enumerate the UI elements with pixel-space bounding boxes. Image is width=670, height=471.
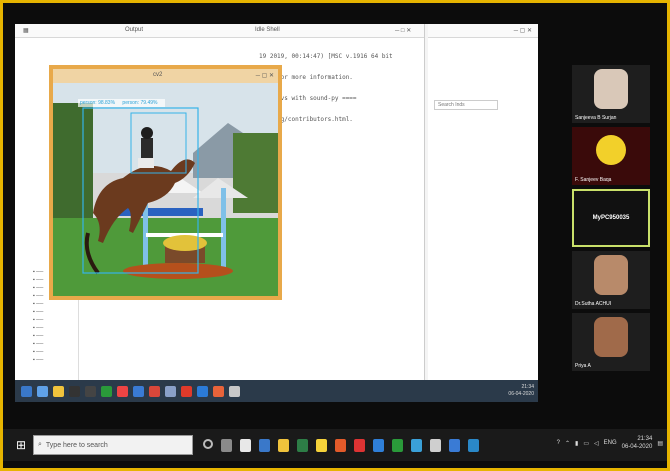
- app-icon[interactable]: [69, 385, 80, 397]
- active-participant-name: MyPC950035: [592, 215, 630, 221]
- emoji-avatar: [596, 135, 626, 165]
- shell-window-title: Idle Shell: [255, 27, 280, 33]
- taskbar-apps: [203, 438, 479, 452]
- opera-icon[interactable]: [181, 385, 192, 397]
- shared-time: 21:34: [521, 384, 534, 390]
- excel-icon[interactable]: [392, 438, 403, 452]
- shared-screen: ▦ Output Idle Shell ─ □ ✕ 19 2019, 00:14…: [15, 24, 538, 402]
- cortana-icon[interactable]: [203, 438, 213, 449]
- shell-line: www.org/contributors.html.: [259, 116, 353, 123]
- chrome-icon[interactable]: [354, 438, 365, 452]
- windows-taskbar: ⊞ ⌕ Type here to search ? ⌃ ▮ ▭ ◁ ENG 21…: [3, 429, 667, 461]
- network-icon[interactable]: ▮: [575, 440, 578, 447]
- right-side-panel: ─ ▢ ✕ Search Inds: [428, 24, 538, 380]
- shell-titlebar[interactable]: ▦ Output Idle Shell ─ □ ✕: [15, 24, 424, 38]
- language-indicator[interactable]: ENG: [604, 440, 617, 446]
- right-panel-titlebar[interactable]: ─ ▢ ✕: [428, 24, 538, 38]
- app-icon[interactable]: [411, 438, 422, 452]
- window-controls[interactable]: ─ □ ✕: [395, 27, 411, 34]
- image-output-window[interactable]: cv2 ─ ▢ ✕ person: 98.83% person: 79.49%: [49, 65, 282, 300]
- participant-tile-active[interactable]: MyPC950035: [572, 189, 650, 247]
- participant-tile[interactable]: F. Sanjeev Baqa: [572, 127, 650, 185]
- chevron-up-icon[interactable]: ⌃: [565, 440, 570, 447]
- output-window-title: Output: [125, 27, 144, 33]
- battery-icon[interactable]: ▭: [583, 440, 589, 447]
- volume-icon[interactable]: ◁: [594, 440, 599, 447]
- app-icon[interactable]: [259, 438, 270, 452]
- app-icon[interactable]: [240, 438, 251, 452]
- notification-icon[interactable]: ▤: [657, 440, 663, 447]
- detection-image: person: 98.83% person: 79.49%: [53, 83, 278, 296]
- participant-name: F. Sanjeev Baqa: [575, 177, 612, 183]
- participant-avatar: [594, 317, 628, 357]
- detection-labels: person: 98.83% person: 79.49%: [78, 99, 166, 107]
- participant-name: Sanjeeva B Surjan: [575, 115, 617, 121]
- file-tree-item[interactable]: ▪ ──: [33, 340, 78, 348]
- panel-search-input[interactable]: Search Inds: [434, 100, 498, 110]
- search-placeholder: Type here to search: [45, 441, 108, 449]
- app-icon[interactable]: [85, 385, 96, 397]
- image-window-titlebar[interactable]: cv2 ─ ▢ ✕: [53, 69, 278, 83]
- shared-clock: 21:34 06-04-2020: [508, 384, 534, 398]
- shell-output: 19 2019, 00:14:47) [MSC v.1916 64 bit s(…: [259, 46, 419, 130]
- app-icon[interactable]: [213, 385, 224, 397]
- folder-icon[interactable]: [278, 438, 289, 452]
- file-tree-item[interactable]: ▪ ──: [33, 356, 78, 364]
- help-icon[interactable]: ?: [557, 440, 560, 446]
- app-icon[interactable]: [316, 438, 327, 452]
- horse-jump-photo: [53, 83, 278, 296]
- file-tree-item[interactable]: ▪ ──: [33, 348, 78, 356]
- pdf-icon[interactable]: [149, 385, 160, 397]
- app-icon[interactable]: [430, 438, 441, 452]
- app-icon[interactable]: [197, 385, 208, 397]
- app-icon[interactable]: [133, 385, 144, 397]
- excel-icon[interactable]: [101, 385, 112, 397]
- taskbar-clock[interactable]: 21:34 06-04-2020: [622, 435, 653, 451]
- participant-tile[interactable]: Priya A: [572, 313, 650, 371]
- taskbar-search-box[interactable]: ⌕ Type here to search: [33, 435, 193, 455]
- shell-line: onsecsvs with sound-py ====: [259, 95, 357, 102]
- file-tree-item[interactable]: ▪ ──: [33, 308, 78, 316]
- browser-icon[interactable]: [37, 385, 48, 397]
- shared-date: 06-04-2020: [508, 391, 534, 397]
- window-icon: ▦: [23, 28, 29, 34]
- search-icon: ⌕: [38, 441, 42, 448]
- app-icon[interactable]: [165, 385, 176, 397]
- participant-tile[interactable]: Dr.Sutha ACHUI: [572, 251, 650, 309]
- participant-avatar: [594, 255, 628, 295]
- image-window-title: cv2: [153, 72, 163, 78]
- detection-label: person: 98.83%: [80, 100, 116, 106]
- participant-tile[interactable]: Sanjeeva B Surjan: [572, 65, 650, 123]
- clock-time: 21:34: [637, 436, 653, 442]
- window-controls[interactable]: ─ ▢ ✕: [256, 72, 274, 79]
- app-icon[interactable]: [468, 438, 479, 452]
- app-icon[interactable]: [229, 385, 240, 397]
- shell-line: s()" for more information.: [259, 74, 353, 81]
- clock-date: 06-04-2020: [621, 444, 653, 450]
- chrome-icon[interactable]: [117, 385, 128, 397]
- participant-name: Priya A: [575, 363, 591, 369]
- app-icon[interactable]: [297, 438, 308, 452]
- start-icon[interactable]: [21, 385, 32, 397]
- participant-panel: Sanjeeva B Surjan F. Sanjeev Baqa MyPC95…: [572, 65, 652, 375]
- task-view-icon[interactable]: [221, 438, 232, 452]
- file-tree-item[interactable]: ▪ ──: [33, 332, 78, 340]
- screen-share-frame: ▦ Output Idle Shell ─ □ ✕ 19 2019, 00:14…: [0, 0, 670, 471]
- app-icon[interactable]: [335, 438, 346, 452]
- system-tray: ? ⌃ ▮ ▭ ◁ ENG 21:34 06-04-2020 ▤: [557, 435, 663, 451]
- app-icon[interactable]: [449, 438, 460, 452]
- participant-name: Dr.Sutha ACHUI: [575, 301, 612, 307]
- folder-icon[interactable]: [53, 385, 64, 397]
- zoom-icon[interactable]: [373, 438, 384, 452]
- shell-line: 19 2019, 00:14:47) [MSC v.1916 64 bit: [259, 53, 393, 60]
- shared-taskbar: 21:34 06-04-2020: [15, 380, 538, 402]
- detection-label: person: 79.49%: [122, 100, 158, 106]
- file-tree-item[interactable]: ▪ ──: [33, 300, 78, 308]
- file-tree-item[interactable]: ▪ ──: [33, 316, 78, 324]
- file-tree-item[interactable]: ▪ ──: [33, 324, 78, 332]
- participant-avatar: [594, 69, 628, 109]
- windows-start-icon[interactable]: ⊞: [9, 430, 33, 460]
- window-controls[interactable]: ─ ▢ ✕: [514, 27, 532, 34]
